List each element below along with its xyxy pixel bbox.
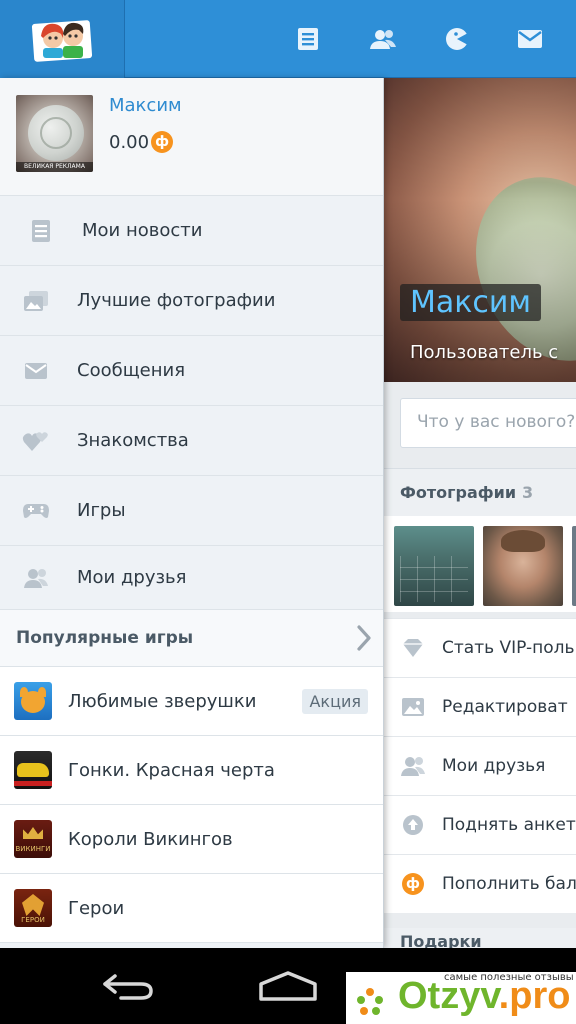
messages-icon[interactable] [515,24,545,54]
profile-menu-vip[interactable]: Стать VIP-поль [384,618,576,677]
heroes-game-icon-text: ГЕРОИ [21,916,45,924]
gifts-header[interactable]: Подарки [384,928,576,948]
nav-item-label: Сообщения [77,360,186,381]
heroes-game-icon: ГЕРОИ [14,889,52,927]
profile-menu-label: Мои друзья [442,756,546,776]
promo-badge: Акция [302,688,368,714]
game-item-label: Короли Викингов [68,828,233,850]
profile-menu-edit[interactable]: Редактироват [384,677,576,736]
watermark-logo-icon [357,988,383,1015]
game-item-pets[interactable]: Любимые зверушки Акция [0,667,383,736]
news-icon [0,219,82,243]
vikings-game-icon-text: ВИКИНГИ [15,845,51,853]
game-item-race[interactable]: Гонки. Красная черта [0,736,383,805]
picture-icon [384,697,442,717]
coin-icon: ф [384,873,442,895]
profile-menu-label: Стать VIP-поль [442,638,575,658]
nav-item-label: Мои новости [82,220,203,241]
nav-item-label: Мои друзья [77,567,187,588]
nav-item-best-photos[interactable]: Лучшие фотографии [0,266,383,336]
profile-cover-subtitle: Пользователь с [410,342,559,363]
friends-icon [384,756,442,776]
watermark-brand-tld: .pro [498,975,571,1017]
raise-icon [384,814,442,836]
profile-cover-name: Максим [400,284,542,321]
diamond-icon [384,638,442,658]
photo-thumbnail[interactable] [394,526,474,606]
home-icon[interactable] [254,968,322,1004]
chevron-right-icon [344,625,383,651]
game-item-label: Герои [68,897,125,919]
friends-icon[interactable] [368,24,398,54]
balance-value: 0.00 [109,131,150,153]
drawer-user-card[interactable]: ВЕЛИКАЯ РЕКЛАМА Максим 0.00 ф [0,78,383,196]
profile-menu-label: Пополнить бал [442,874,576,894]
games-icon[interactable] [442,24,472,54]
vikings-game-icon: ВИКИНГИ [14,820,52,858]
photos-header[interactable]: Фотографии 3 [384,468,576,516]
game-item-heroes[interactable]: ГЕРОИ Герои [0,874,383,943]
photos-icon [0,290,77,312]
envelope-icon [0,362,77,380]
nav-item-messages[interactable]: Сообщения [0,336,383,406]
photo-thumbnail[interactable] [572,526,576,606]
app-logo-button[interactable] [0,0,125,78]
game-item-vikings[interactable]: ВИКИНГИ Короли Викингов [0,805,383,874]
profile-menu-topup[interactable]: ф Пополнить бал [384,854,576,913]
popular-games-header[interactable]: Популярные игры [0,610,383,667]
hearts-icon [0,430,77,452]
app-logo-icon [31,20,93,62]
app-topbar [0,0,576,78]
game-item-label: Гонки. Красная черта [68,759,275,781]
popular-games-title: Популярные игры [16,628,194,648]
nav-item-games[interactable]: Игры [0,476,383,546]
friends-icon [0,568,77,588]
nav-item-news[interactable]: Мои новости [0,196,383,266]
watermark-brand-main: Otzyv [398,975,499,1017]
nav-item-friends[interactable]: Мои друзья [0,546,383,610]
photos-title: Фотографии [400,483,517,502]
game-item-label: Любимые зверушки [68,690,257,712]
user-balance: 0.00 ф [109,131,174,153]
nav-item-label: Игры [77,500,126,521]
coin-icon: ф [151,131,174,153]
photos-count: 3 [522,483,534,502]
nav-item-dating[interactable]: Знакомства [0,406,383,476]
avatar[interactable]: ВЕЛИКАЯ РЕКЛАМА [16,95,93,172]
profile-menu-raise[interactable]: Поднять анкет [384,795,576,854]
news-icon[interactable] [293,24,323,54]
watermark-brand: Otzyv.pro [398,975,570,1018]
race-game-icon [14,751,52,789]
nav-item-label: Знакомства [77,430,189,451]
back-icon[interactable] [96,970,160,1004]
gamepad-icon [0,502,77,520]
pets-game-icon [14,682,52,720]
photo-strip [384,516,576,612]
nav-item-label: Лучшие фотографии [77,290,276,311]
user-name[interactable]: Максим [109,95,182,116]
profile-menu-label: Поднять анкет [442,815,576,835]
status-input[interactable]: Что у вас нового? [400,398,576,448]
profile-menu-label: Редактироват [442,697,568,717]
profile-panel: Максим Пользователь с Что у вас нового? … [384,78,576,948]
photo-thumbnail[interactable] [483,526,563,606]
profile-menu-friends[interactable]: Мои друзья [384,736,576,795]
navigation-drawer: ВЕЛИКАЯ РЕКЛАМА Максим 0.00 ф Мои новост… [0,78,384,948]
cover-photo[interactable]: Максим Пользователь с [384,78,576,382]
avatar-caption: ВЕЛИКАЯ РЕКЛАМА [16,162,93,172]
